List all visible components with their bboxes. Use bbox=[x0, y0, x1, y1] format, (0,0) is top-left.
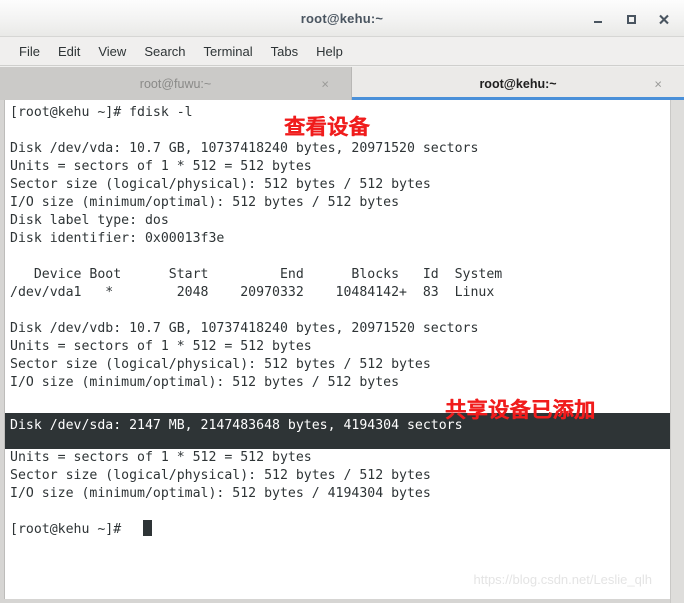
maximize-icon bbox=[627, 15, 636, 24]
maximize-button[interactable] bbox=[620, 8, 642, 30]
tab-label-kehu: root@kehu:~ bbox=[479, 76, 557, 91]
tab-close-icon-kehu[interactable]: × bbox=[654, 76, 662, 91]
tab-root-kehu[interactable]: root@kehu:~ × bbox=[352, 67, 684, 100]
menu-item-file[interactable]: File bbox=[10, 41, 49, 62]
terminal-area: [root@kehu ~]# fdisk -l Disk /dev/vda: 1… bbox=[0, 100, 684, 603]
tab-close-icon-fuwu[interactable]: × bbox=[321, 76, 329, 91]
menu-item-search[interactable]: Search bbox=[135, 41, 194, 62]
watermark: https://blog.csdn.net/Leslie_qlh bbox=[473, 572, 652, 587]
terminal-window: root@kehu:~ File Edit View Search Termin… bbox=[0, 0, 684, 603]
menu-item-tabs[interactable]: Tabs bbox=[262, 41, 307, 62]
menu-item-view[interactable]: View bbox=[89, 41, 135, 62]
minimize-button[interactable] bbox=[587, 8, 609, 30]
menu-item-terminal[interactable]: Terminal bbox=[195, 41, 262, 62]
terminal-cursor bbox=[143, 520, 152, 536]
annotation-view-device: 查看设备 bbox=[284, 115, 370, 139]
close-button[interactable] bbox=[653, 8, 675, 30]
menu-bar: File Edit View Search Terminal Tabs Help bbox=[0, 37, 684, 66]
tab-bar: root@fuwu:~ × root@kehu:~ × bbox=[0, 67, 684, 100]
close-icon bbox=[659, 14, 669, 25]
minimize-icon bbox=[594, 21, 602, 23]
menu-item-edit[interactable]: Edit bbox=[49, 41, 89, 62]
terminal-output[interactable]: [root@kehu ~]# fdisk -l Disk /dev/vda: 1… bbox=[4, 100, 670, 599]
terminal-text-lower: Units = sectors of 1 * 512 = 512 bytes S… bbox=[10, 450, 431, 537]
tab-root-fuwu[interactable]: root@fuwu:~ × bbox=[0, 67, 352, 100]
menu-item-help[interactable]: Help bbox=[307, 41, 352, 62]
terminal-highlighted-line: Disk /dev/sda: 2147 MB, 2147483648 bytes… bbox=[10, 418, 463, 433]
tab-label-fuwu: root@fuwu:~ bbox=[139, 76, 212, 91]
terminal-text-upper: [root@kehu ~]# fdisk -l Disk /dev/vda: 1… bbox=[10, 105, 503, 390]
title-bar: root@kehu:~ bbox=[0, 0, 684, 37]
window-title: root@kehu:~ bbox=[300, 11, 384, 26]
terminal-scrollbar[interactable] bbox=[670, 100, 684, 603]
annotation-shared-device-added: 共享设备已添加 bbox=[445, 398, 596, 422]
